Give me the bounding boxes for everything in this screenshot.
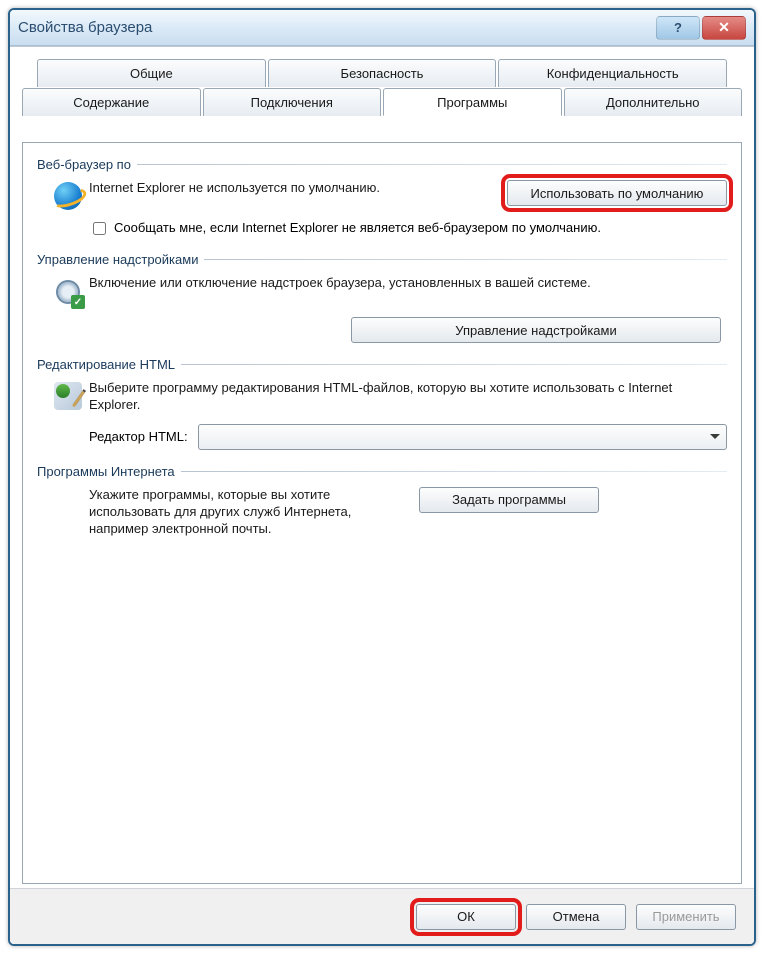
dialog-button-bar: ОК Отмена Применить xyxy=(10,888,754,944)
gear-icon: ✓ xyxy=(53,277,83,307)
default-browser-status: Internet Explorer не используется по умо… xyxy=(89,180,507,197)
set-programs-button[interactable]: Задать программы xyxy=(419,487,599,513)
group-title: Веб-браузер по xyxy=(37,157,137,172)
html-editor-select[interactable] xyxy=(198,424,727,450)
internet-programs-description: Укажите программы, которые вы хотите исп… xyxy=(89,487,419,538)
manage-addons-button[interactable]: Управление надстройками xyxy=(351,317,721,343)
group-title: Редактирование HTML xyxy=(37,357,181,372)
ok-button[interactable]: ОК xyxy=(416,904,516,930)
dialog-body: Общие Безопасность Конфиденциальность Со… xyxy=(10,46,754,944)
tab-general[interactable]: Общие xyxy=(37,59,266,87)
group-internet-programs: Программы Интернета Укажите программы, к… xyxy=(37,464,727,538)
notify-default-checkbox[interactable] xyxy=(93,222,106,235)
group-title: Управление надстройками xyxy=(37,252,204,267)
group-title: Программы Интернета xyxy=(37,464,181,479)
help-button[interactable]: ? xyxy=(656,16,700,40)
cancel-button[interactable]: Отмена xyxy=(526,904,626,930)
chevron-down-icon xyxy=(710,434,720,439)
tab-panel-programs: Веб-браузер по Internet Explorer не испо… xyxy=(22,142,742,884)
html-editor-label: Редактор HTML: xyxy=(89,429,188,444)
tabs: Общие Безопасность Конфиденциальность Со… xyxy=(22,59,742,119)
tab-content[interactable]: Содержание xyxy=(22,88,201,116)
group-html-editing: Редактирование HTML Выберите программу р… xyxy=(37,357,727,450)
window-title: Свойства браузера xyxy=(18,19,654,36)
close-button[interactable]: ✕ xyxy=(702,16,746,40)
html-editor-icon xyxy=(54,382,82,410)
titlebar: Свойства браузера ? ✕ xyxy=(10,10,754,46)
addons-description: Включение или отключение надстроек брауз… xyxy=(89,275,727,292)
html-editing-description: Выберите программу редактирования HTML-ф… xyxy=(89,380,727,414)
apply-button[interactable]: Применить xyxy=(636,904,736,930)
tab-privacy[interactable]: Конфиденциальность xyxy=(498,59,727,87)
tab-programs[interactable]: Программы xyxy=(383,88,562,116)
ie-icon xyxy=(54,182,82,210)
group-addons: Управление надстройками ✓ Включение или … xyxy=(37,252,727,343)
tab-security[interactable]: Безопасность xyxy=(268,59,497,87)
tab-connections[interactable]: Подключения xyxy=(203,88,382,116)
notify-default-label: Сообщать мне, если Internet Explorer не … xyxy=(114,220,601,235)
tab-advanced[interactable]: Дополнительно xyxy=(564,88,743,116)
group-default-browser: Веб-браузер по Internet Explorer не испо… xyxy=(37,157,727,238)
set-default-button[interactable]: Использовать по умолчанию xyxy=(507,180,727,206)
